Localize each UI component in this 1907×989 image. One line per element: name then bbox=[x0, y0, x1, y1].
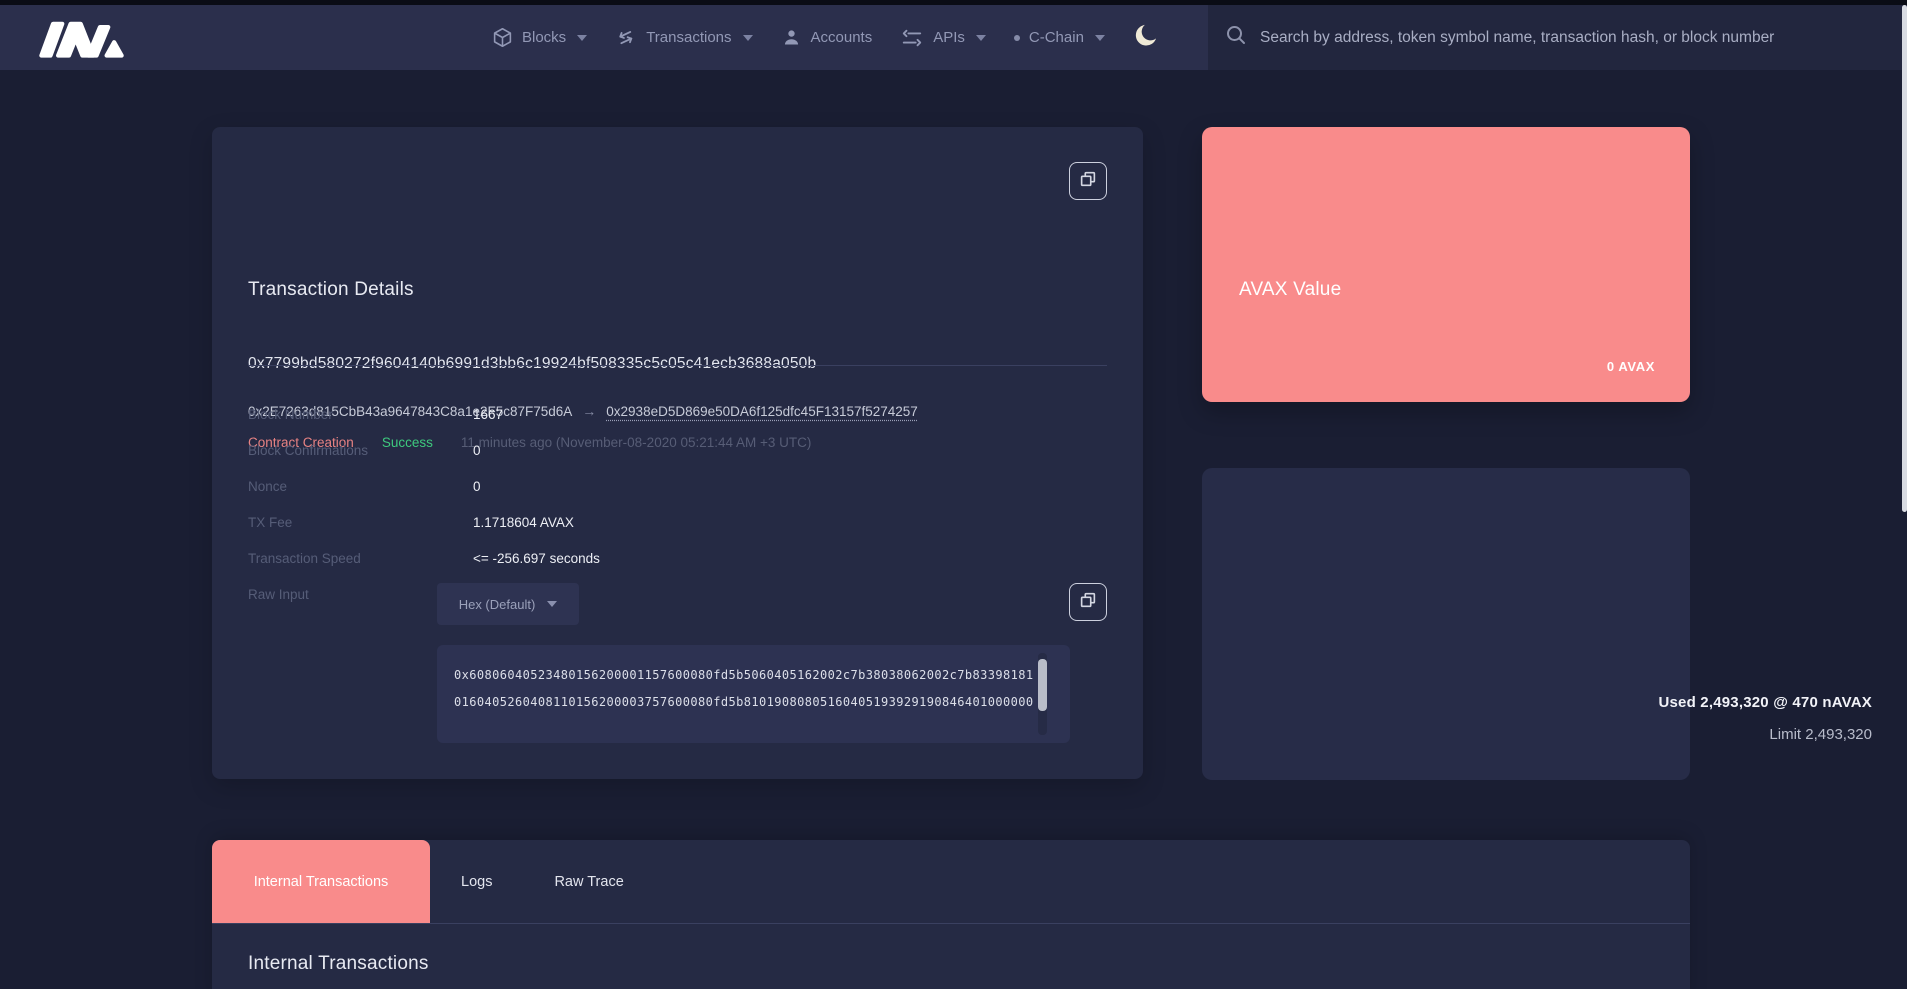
detail-value: <= -256.697 seconds bbox=[473, 551, 600, 566]
gas-card: Gas bbox=[1202, 468, 1690, 780]
gas-limit-line: Limit 2,493,320 bbox=[1769, 726, 1872, 743]
tab-raw-trace[interactable]: Raw Trace bbox=[523, 840, 654, 923]
nav-label-c-chain: C-Chain bbox=[1029, 29, 1084, 46]
internal-transactions-card: Internal Transactions Logs Raw Trace Int… bbox=[212, 840, 1690, 989]
hex-line: 0x60806040523480156200001157600080fd5b50… bbox=[454, 662, 1034, 689]
detail-value: 1.1718604 AVAX bbox=[473, 515, 574, 530]
avax-value-title: AVAX Value bbox=[1239, 279, 1341, 301]
avalanche-logo[interactable] bbox=[33, 16, 125, 60]
transfer-arrows-icon bbox=[615, 27, 637, 49]
navbar: Blocks Transactions bbox=[0, 5, 1907, 70]
search-bar bbox=[1208, 5, 1907, 70]
cube-icon bbox=[492, 27, 513, 48]
detail-label: Block Confirmations bbox=[248, 443, 473, 458]
nav-menu: Blocks Transactions bbox=[492, 5, 1160, 70]
chevron-down-icon bbox=[976, 35, 986, 41]
transaction-details-card: Transaction Details 0x7799bd580272f96041… bbox=[212, 127, 1143, 779]
detail-label: Transaction Speed bbox=[248, 551, 473, 566]
detail-value: 0 bbox=[473, 443, 481, 458]
tab-logs[interactable]: Logs bbox=[430, 840, 523, 923]
hex-format-dropdown[interactable]: Hex (Default) bbox=[437, 583, 579, 625]
nav-label-transactions: Transactions bbox=[646, 29, 731, 46]
detail-row-transaction-speed: Transaction Speed <= -256.697 seconds bbox=[248, 540, 1107, 576]
tab-internal-transactions[interactable]: Internal Transactions bbox=[212, 840, 430, 923]
nav-label-blocks: Blocks bbox=[522, 29, 566, 46]
copy-transaction-button[interactable] bbox=[1069, 162, 1107, 200]
avax-value-amount: 0 AVAX bbox=[1607, 359, 1655, 374]
explorer-page: Blocks Transactions bbox=[0, 0, 1907, 989]
copy-icon bbox=[1078, 590, 1098, 615]
chevron-down-icon bbox=[1095, 35, 1105, 41]
api-lines-icon bbox=[900, 27, 924, 49]
avax-value-card: AVAX Value 0 AVAX bbox=[1202, 127, 1690, 402]
nav-item-apis[interactable]: APIs bbox=[900, 27, 986, 49]
hex-line: 0160405260408110156200003757600080fd5b81… bbox=[454, 689, 1034, 716]
search-icon bbox=[1224, 23, 1248, 52]
nav-label-accounts: Accounts bbox=[811, 29, 873, 46]
nav-item-blocks[interactable]: Blocks bbox=[492, 27, 587, 48]
copy-raw-input-button[interactable] bbox=[1069, 583, 1107, 621]
detail-label: Block Number bbox=[248, 407, 473, 422]
detail-row-tx-fee: TX Fee 1.1718604 AVAX bbox=[248, 504, 1107, 540]
search-input[interactable] bbox=[1260, 29, 1891, 47]
raw-input-hex-box[interactable]: 0x60806040523480156200001157600080fd5b50… bbox=[437, 645, 1070, 743]
page-scrollbar-thumb[interactable] bbox=[1902, 5, 1907, 512]
tab-bar: Internal Transactions Logs Raw Trace bbox=[212, 840, 1690, 924]
chain-dot-icon bbox=[1014, 35, 1020, 41]
detail-label: Nonce bbox=[248, 479, 473, 494]
hex-format-selected: Hex (Default) bbox=[459, 597, 536, 612]
nav-label-apis: APIs bbox=[933, 29, 965, 46]
person-icon bbox=[781, 27, 802, 48]
chevron-down-icon bbox=[743, 35, 753, 41]
theme-toggle-button[interactable] bbox=[1133, 22, 1160, 54]
transaction-hash: 0x7799bd580272f9604140b6991d3bb6c19924bf… bbox=[248, 355, 816, 373]
nav-item-accounts[interactable]: Accounts bbox=[781, 27, 873, 48]
detail-row-block-confirmations: Block Confirmations 0 bbox=[248, 432, 1107, 468]
detail-label: TX Fee bbox=[248, 515, 473, 530]
raw-input-label: Raw Input bbox=[248, 587, 309, 602]
nav-item-c-chain[interactable]: C-Chain bbox=[1014, 29, 1105, 46]
chevron-down-icon bbox=[547, 601, 557, 607]
hex-scrollbar-track bbox=[1038, 653, 1047, 735]
chevron-down-icon bbox=[577, 35, 587, 41]
detail-rows: Block Number 1667 Block Confirmations 0 … bbox=[248, 396, 1107, 576]
moon-icon bbox=[1133, 22, 1160, 54]
detail-row-block-number: Block Number 1667 bbox=[248, 396, 1107, 432]
detail-value: 0 bbox=[473, 479, 481, 494]
divider bbox=[248, 365, 1107, 366]
detail-row-nonce: Nonce 0 bbox=[248, 468, 1107, 504]
detail-value: 1667 bbox=[473, 407, 503, 422]
hex-scrollbar-thumb[interactable] bbox=[1038, 659, 1047, 711]
internal-transactions-heading: Internal Transactions bbox=[248, 953, 429, 975]
copy-icon bbox=[1078, 169, 1098, 194]
transaction-details-title: Transaction Details bbox=[248, 279, 414, 301]
gas-used-line: Used 2,493,320 @ 470 nAVAX bbox=[1658, 694, 1872, 711]
nav-item-transactions[interactable]: Transactions bbox=[615, 27, 752, 49]
